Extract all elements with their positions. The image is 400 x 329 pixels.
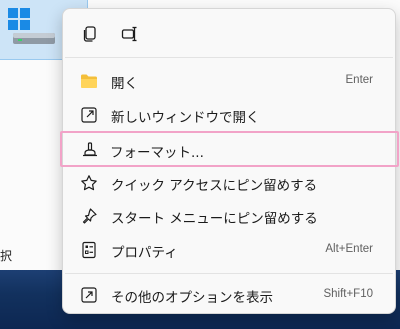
menu-item-label: クイック アクセスにピン留めする <box>111 178 318 194</box>
folder-icon <box>79 71 99 91</box>
menu-item-open-new-window[interactable]: 新しいウィンドウで開く <box>67 99 391 131</box>
menu-item-label: プロパティ <box>111 245 178 261</box>
context-menu: 開く Enter 新しいウィンドウで開く フォーマット... クイック アクセス… <box>60 8 399 314</box>
open-new-window-icon <box>79 105 99 125</box>
menu-item-label: 新しいウィンドウで開く <box>111 110 260 126</box>
menu-item-open[interactable]: 開く Enter <box>67 65 391 97</box>
pin-icon <box>79 206 99 226</box>
windows-logo-icon <box>8 8 30 30</box>
menu-item-format[interactable]: フォーマット... <box>60 131 399 167</box>
menu-item-more-options[interactable]: その他のオプションを表示 Shift+F10 <box>67 279 391 311</box>
menu-item-properties[interactable]: プロパティ Alt+Enter <box>67 234 391 266</box>
star-icon <box>79 173 99 193</box>
rename-icon <box>121 26 137 42</box>
menu-item-label: その他のオプションを表示 <box>111 290 273 306</box>
rename-button[interactable] <box>117 21 143 47</box>
properties-icon <box>79 240 99 260</box>
format-icon <box>80 139 100 159</box>
copy-icon <box>83 26 96 42</box>
partial-side-label: 択 <box>0 249 13 263</box>
menu-item-pin-start[interactable]: スタート メニューにピン留めする <box>67 200 391 232</box>
copy-button[interactable] <box>77 21 103 47</box>
menu-item-shortcut: Alt+Enter <box>325 243 373 255</box>
menu-item-shortcut: Enter <box>345 74 374 86</box>
menu-item-label: フォーマット... <box>110 145 204 161</box>
menu-separator <box>65 57 393 58</box>
menu-separator <box>65 273 393 274</box>
menu-item-shortcut: Shift+F10 <box>323 288 373 300</box>
more-options-icon <box>79 285 99 305</box>
menu-item-label: スタート メニューにピン留めする <box>111 211 318 227</box>
menu-item-pin-quick-access[interactable]: クイック アクセスにピン留めする <box>67 167 391 199</box>
hard-drive-icon <box>13 33 55 44</box>
quick-action-bar <box>63 9 395 57</box>
menu-item-label: 開く <box>111 76 138 92</box>
